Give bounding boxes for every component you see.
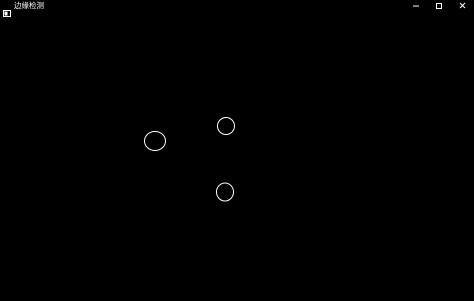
window-app-icon[interactable] xyxy=(3,2,11,17)
title-bar[interactable]: 边缘检测 xyxy=(0,0,474,17)
maximize-button[interactable] xyxy=(428,0,451,12)
window-title: 边缘检测 xyxy=(14,1,44,10)
edge-detection-window: 边缘检测 xyxy=(0,0,474,301)
detected-circle-edge xyxy=(216,182,234,202)
edge-detection-canvas xyxy=(0,13,474,301)
close-button[interactable] xyxy=(451,0,474,12)
minimize-button[interactable] xyxy=(405,0,428,12)
close-icon xyxy=(459,2,466,9)
maximize-icon xyxy=(436,3,442,9)
detected-circle-edge xyxy=(144,131,166,151)
detected-circle-edge xyxy=(217,117,235,135)
